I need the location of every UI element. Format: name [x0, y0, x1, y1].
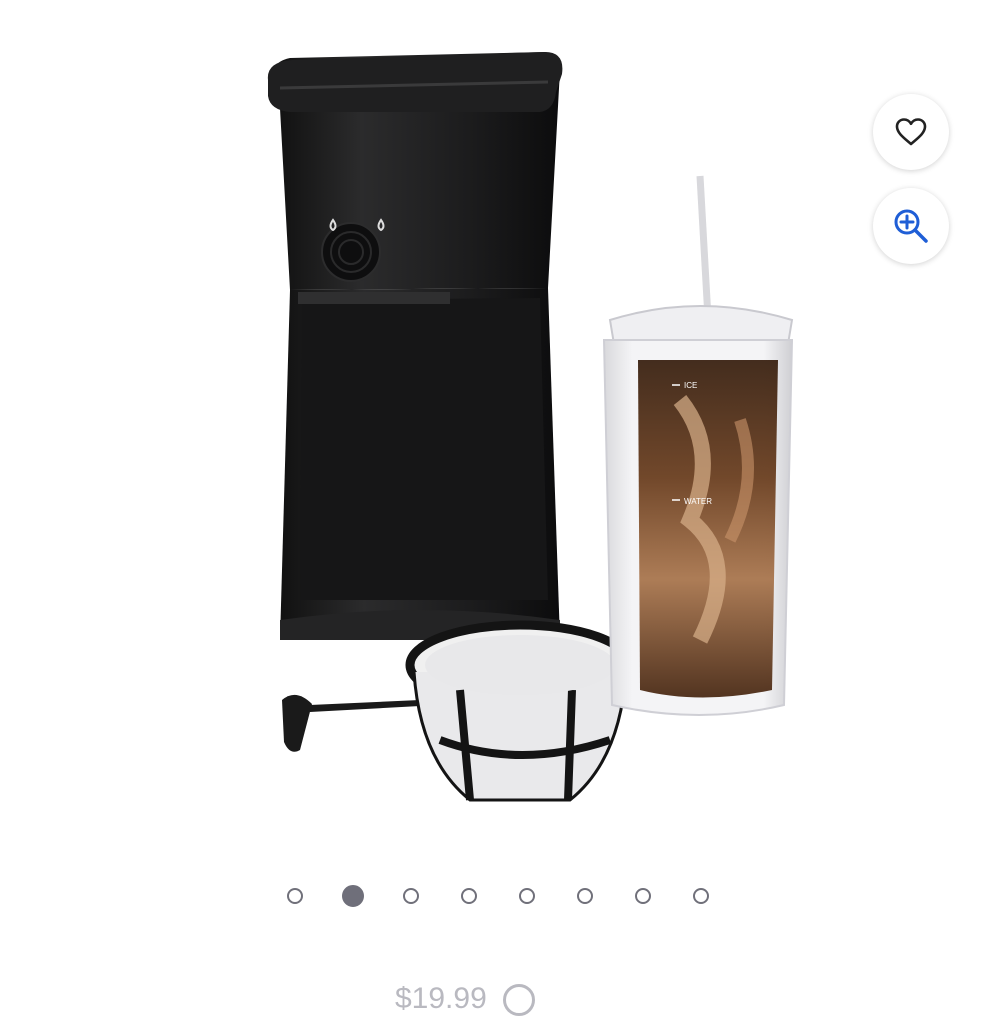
- carousel-dot-7[interactable]: [635, 888, 651, 904]
- favorite-button[interactable]: [873, 94, 949, 170]
- product-image-gallery: ICE WATER: [0, 0, 1000, 860]
- product-image[interactable]: ICE WATER: [0, 0, 1000, 860]
- price-row: $19.99: [395, 984, 536, 1016]
- zoom-button[interactable]: [873, 188, 949, 264]
- carousel-dot-6[interactable]: [577, 888, 593, 904]
- price-text: $19.99: [395, 982, 487, 1015]
- cup-water-mark: WATER: [684, 497, 712, 506]
- carousel-dot-4[interactable]: [461, 888, 477, 904]
- carousel-dot-1[interactable]: [287, 888, 303, 904]
- coffee-filter: [405, 620, 635, 802]
- carousel-dot-2[interactable]: [342, 885, 364, 907]
- carousel-dot-5[interactable]: [519, 888, 535, 904]
- carousel-dot-3[interactable]: [403, 888, 419, 904]
- cup-ice-mark: ICE: [684, 381, 697, 390]
- carousel-dot-8[interactable]: [693, 888, 709, 904]
- carousel-pagination: [0, 885, 1000, 911]
- heart-icon: [895, 118, 927, 146]
- measuring-scoop: [282, 694, 420, 752]
- tumbler-cup: ICE WATER: [602, 175, 794, 716]
- coffee-maker: [267, 52, 563, 640]
- zoom-in-icon: [894, 209, 928, 243]
- price-info-icon[interactable]: [503, 984, 536, 1016]
